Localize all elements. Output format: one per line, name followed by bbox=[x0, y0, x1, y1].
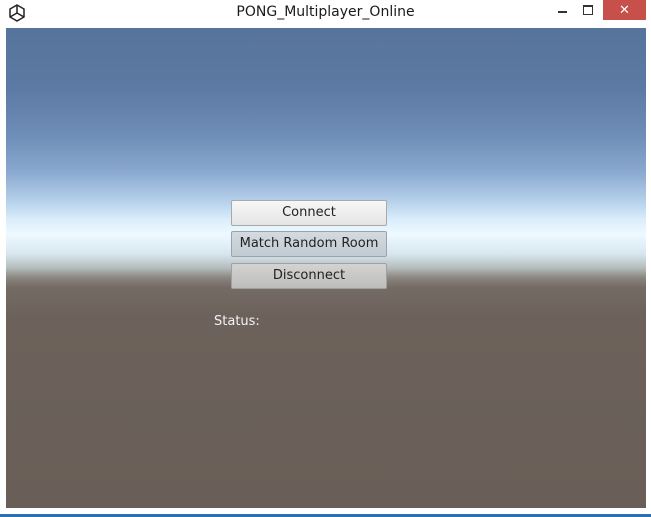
connect-button[interactable]: Connect bbox=[231, 200, 387, 226]
status-label: Status: bbox=[214, 314, 260, 329]
maximize-icon bbox=[583, 5, 593, 15]
maximize-button[interactable] bbox=[575, 0, 601, 20]
minimize-button[interactable] bbox=[549, 0, 575, 20]
minimize-icon bbox=[557, 11, 567, 13]
close-button[interactable]: ✕ bbox=[603, 0, 646, 20]
close-icon: ✕ bbox=[619, 2, 630, 18]
disconnect-button[interactable]: Disconnect bbox=[231, 263, 387, 289]
game-view: Connect Match Random Room Disconnect Sta… bbox=[6, 28, 646, 508]
match-random-room-button[interactable]: Match Random Room bbox=[231, 231, 387, 257]
app-window: PONG_Multiplayer_Online ✕ Connect Match … bbox=[0, 0, 651, 517]
title-bar[interactable]: PONG_Multiplayer_Online ✕ bbox=[0, 0, 651, 28]
